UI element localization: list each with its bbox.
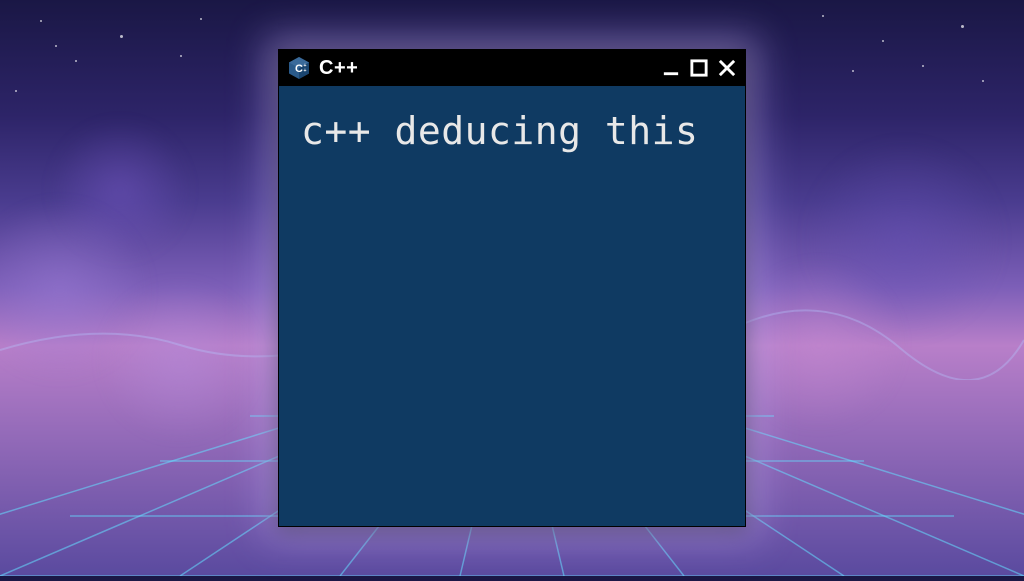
svg-text:C: C: [295, 63, 303, 75]
titlebar[interactable]: C + + C++: [279, 50, 745, 86]
terminal-window: C + + C++ c++ deducing this: [278, 49, 746, 527]
minimize-button[interactable]: [661, 58, 681, 78]
terminal-output: c++ deducing this: [301, 108, 723, 156]
maximize-button[interactable]: [689, 58, 709, 78]
close-button[interactable]: [717, 58, 737, 78]
cpp-icon: C + +: [287, 56, 311, 80]
bokeh-light: [50, 120, 190, 260]
window-controls: [661, 58, 737, 78]
bokeh-light: [0, 200, 150, 380]
svg-text:+: +: [304, 68, 307, 74]
window-title: C++: [319, 57, 653, 80]
terminal-body[interactable]: c++ deducing this: [279, 86, 745, 526]
bokeh-light: [804, 140, 1004, 340]
bokeh-light: [734, 260, 904, 430]
bokeh-light: [100, 280, 260, 440]
